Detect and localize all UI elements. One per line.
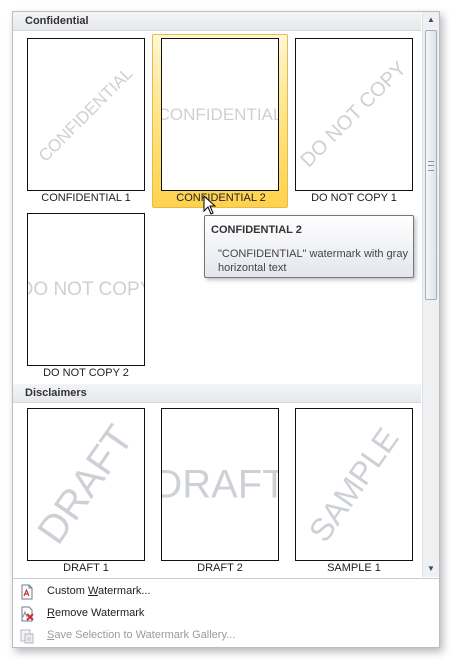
scroll-down-icon[interactable]: ▼ <box>423 561 439 577</box>
gallery-item-draft-2[interactable]: DRAFT DRAFT 2 <box>152 404 288 577</box>
gallery-item-caption: CONFIDENTIAL 1 <box>41 192 131 204</box>
gallery-item-caption: DO NOT COPY 2 <box>43 367 129 379</box>
watermark-preview: SAMPLE <box>295 408 413 561</box>
gallery-item-tooltip: CONFIDENTIAL 2 "CONFIDENTIAL" watermark … <box>204 215 414 278</box>
watermark-preview: DO NOT COPY <box>295 38 413 191</box>
gallery-item-caption: CONFIDENTIAL 2 <box>176 192 266 204</box>
menu-item-label: Save Selection to Watermark Gallery... <box>47 629 236 641</box>
gallery-item-sample-1[interactable]: SAMPLE SAMPLE 1 <box>286 404 421 577</box>
gallery-item-caption: DO NOT COPY 1 <box>311 192 397 204</box>
remove-watermark-menu-item[interactable]: Remove Watermark <box>13 603 439 625</box>
mouse-pointer-icon <box>203 195 217 215</box>
tooltip-description: "CONFIDENTIAL" watermark with gray horiz… <box>218 248 408 274</box>
gallery-item-caption: SAMPLE 1 <box>327 562 381 574</box>
tooltip-title: CONFIDENTIAL 2 <box>211 224 302 236</box>
watermark-doc-icon <box>21 584 33 600</box>
custom-watermark-menu-item[interactable]: Custom Watermark... <box>13 581 439 603</box>
scrollbar-thumb[interactable] <box>425 30 437 300</box>
menu-item-label: Remove Watermark <box>47 607 145 619</box>
watermark-preview: DRAFT <box>27 408 145 561</box>
watermark-preview: CONFIDENTIAL <box>161 38 279 191</box>
gallery-item-confidential-2[interactable]: CONFIDENTIAL CONFIDENTIAL 2 <box>152 34 288 208</box>
watermark-preview: CONFIDENTIAL <box>27 38 145 191</box>
watermark-preview: DRAFT <box>161 408 279 561</box>
group-header-confidential: Confidential <box>13 12 421 31</box>
watermark-menu: Custom Watermark... Remove Watermark Sav… <box>13 578 439 648</box>
gallery-item-do-not-copy-1[interactable]: DO NOT COPY DO NOT COPY 1 <box>286 34 421 208</box>
gallery-scrollbar[interactable]: ▲ ▼ <box>422 12 439 577</box>
remove-watermark-icon <box>21 606 34 622</box>
watermark-preview: DO NOT COPY <box>27 213 145 366</box>
watermark-gallery-dropdown: Confidential CONFIDENTIAL CONFIDENTIAL 1… <box>12 11 440 648</box>
gallery-item-confidential-1[interactable]: CONFIDENTIAL CONFIDENTIAL 1 <box>18 34 154 208</box>
menu-item-label: Custom Watermark... <box>47 585 151 597</box>
scrollbar-grip-icon <box>428 161 434 171</box>
save-to-gallery-icon <box>20 629 34 644</box>
gallery-item-caption: DRAFT 1 <box>63 562 109 574</box>
group-header-disclaimers: Disclaimers <box>13 384 421 403</box>
scroll-up-icon[interactable]: ▲ <box>423 12 439 28</box>
gallery-item-draft-1[interactable]: DRAFT DRAFT 1 <box>18 404 154 577</box>
gallery-item-caption: DRAFT 2 <box>197 562 243 574</box>
save-selection-to-gallery-menu-item[interactable]: Save Selection to Watermark Gallery... <box>13 625 439 647</box>
gallery-item-do-not-copy-2[interactable]: DO NOT COPY DO NOT COPY 2 <box>18 209 154 383</box>
watermark-gallery: Confidential CONFIDENTIAL CONFIDENTIAL 1… <box>13 12 421 577</box>
